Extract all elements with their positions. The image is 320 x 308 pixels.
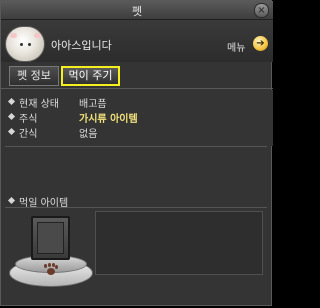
menu-label[interactable]: 메뉴 [227,39,245,54]
close-icon[interactable]: × [254,3,269,18]
snack-value: 없음 [79,129,98,140]
divider [5,207,267,208]
staple-food-value: 가시류 아이템 [79,114,138,125]
ear-icon [34,33,41,38]
paw-icon [44,263,58,275]
bullet-icon [7,97,16,106]
tab-pet-info[interactable]: 펫 정보 [9,66,59,86]
status-value: 배고픔 [79,99,107,110]
tab-feed[interactable]: 먹이 주기 [61,66,120,86]
bullet-icon [7,112,16,121]
feed-item-slot-inner [37,222,64,254]
divider [5,146,267,147]
staple-food-label: 주식 [19,114,38,125]
status-label: 현재 상태 [19,99,59,110]
bullet-icon [7,196,16,205]
sheep-pet-portrait-icon [5,26,45,62]
eye-icon [28,43,31,46]
snack-label: 간식 [19,129,38,140]
bullet-icon [7,127,16,136]
title-bar[interactable]: 펫 × [1,1,273,20]
tab-bar: 펫 정보 먹이 주기 [1,64,273,89]
ear-icon [10,33,17,38]
pet-name: 아아스입니다 [51,39,112,52]
pet-header: 아아스입니다 메뉴 ➔ [1,20,273,62]
pet-window: 펫 × 아아스입니다 메뉴 ➔ 펫 정보 먹이 주기 현재 상태 배고픔 주식 … [0,0,273,306]
arrow-right-icon[interactable]: ➔ [253,36,268,51]
feed-item-slot[interactable] [31,216,70,260]
eye-icon [20,43,23,46]
window-title: 펫 [131,5,143,18]
status-panel: 현재 상태 배고픔 주식 가시류 아이템 간식 없음 [1,90,273,146]
feed-item-list[interactable] [95,211,263,275]
